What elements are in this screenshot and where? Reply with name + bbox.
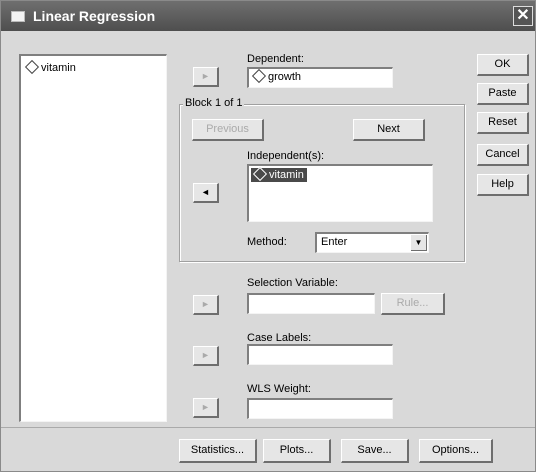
linear-regression-dialog: Linear Regression ✕ vitamin ► Dependent:… bbox=[0, 0, 536, 472]
scale-variable-icon bbox=[252, 166, 268, 182]
method-value: Enter bbox=[321, 236, 348, 248]
wls-weight-label: WLS Weight: bbox=[247, 383, 311, 395]
move-to-selection-button[interactable]: ► bbox=[193, 295, 219, 315]
list-item[interactable]: vitamin bbox=[251, 166, 307, 182]
source-variable-list[interactable]: vitamin bbox=[19, 54, 167, 422]
selection-variable-label: Selection Variable: bbox=[247, 277, 338, 289]
arrow-right-icon: ► bbox=[201, 350, 210, 360]
title-bar[interactable]: Linear Regression ✕ bbox=[1, 1, 535, 31]
list-item[interactable]: vitamin bbox=[24, 59, 76, 75]
arrow-right-icon: ► bbox=[201, 299, 210, 309]
block-label: Block 1 of 1 bbox=[183, 97, 245, 109]
dependent-field[interactable]: growth bbox=[247, 67, 393, 88]
case-labels-field[interactable] bbox=[247, 344, 393, 365]
scale-variable-icon bbox=[24, 59, 40, 75]
independents-label: Independent(s): bbox=[247, 150, 325, 162]
move-to-independents-button[interactable]: ◄ bbox=[193, 183, 219, 203]
method-select[interactable]: Enter ▼ bbox=[315, 232, 429, 253]
cancel-button[interactable]: Cancel bbox=[477, 144, 529, 166]
next-button[interactable]: Next bbox=[353, 119, 425, 141]
help-button[interactable]: Help bbox=[477, 174, 529, 196]
options-button[interactable]: Options... bbox=[419, 439, 493, 463]
selection-variable-field[interactable] bbox=[247, 293, 375, 314]
rule-button[interactable]: Rule... bbox=[381, 293, 445, 315]
divider bbox=[1, 427, 535, 428]
method-label: Method: bbox=[247, 236, 287, 248]
statistics-button[interactable]: Statistics... bbox=[179, 439, 257, 463]
ok-button[interactable]: OK bbox=[477, 54, 529, 76]
arrow-right-icon: ► bbox=[201, 402, 210, 412]
wls-weight-field[interactable] bbox=[247, 398, 393, 419]
dependent-value: growth bbox=[268, 71, 302, 83]
independent-variable-name: vitamin bbox=[269, 169, 304, 181]
arrow-right-icon: ► bbox=[201, 71, 210, 81]
variable-name: vitamin bbox=[41, 62, 76, 74]
chevron-down-icon[interactable]: ▼ bbox=[411, 235, 427, 251]
save-button[interactable]: Save... bbox=[341, 439, 409, 463]
close-button[interactable]: ✕ bbox=[513, 6, 533, 26]
move-to-case-labels-button[interactable]: ► bbox=[193, 346, 219, 366]
scale-variable-icon bbox=[251, 68, 267, 84]
paste-button[interactable]: Paste bbox=[477, 83, 529, 105]
case-labels-label: Case Labels: bbox=[247, 332, 312, 344]
plots-button[interactable]: Plots... bbox=[263, 439, 331, 463]
dialog-title: Linear Regression bbox=[33, 8, 156, 24]
arrow-left-icon: ◄ bbox=[201, 187, 210, 197]
independents-list[interactable]: vitamin bbox=[247, 164, 433, 222]
move-to-dependent-button[interactable]: ► bbox=[193, 67, 219, 87]
reset-button[interactable]: Reset bbox=[477, 112, 529, 134]
dependent-label: Dependent: bbox=[247, 53, 304, 65]
move-to-wls-weight-button[interactable]: ► bbox=[193, 398, 219, 418]
window-icon bbox=[11, 11, 25, 22]
previous-button[interactable]: Previous bbox=[192, 119, 264, 141]
